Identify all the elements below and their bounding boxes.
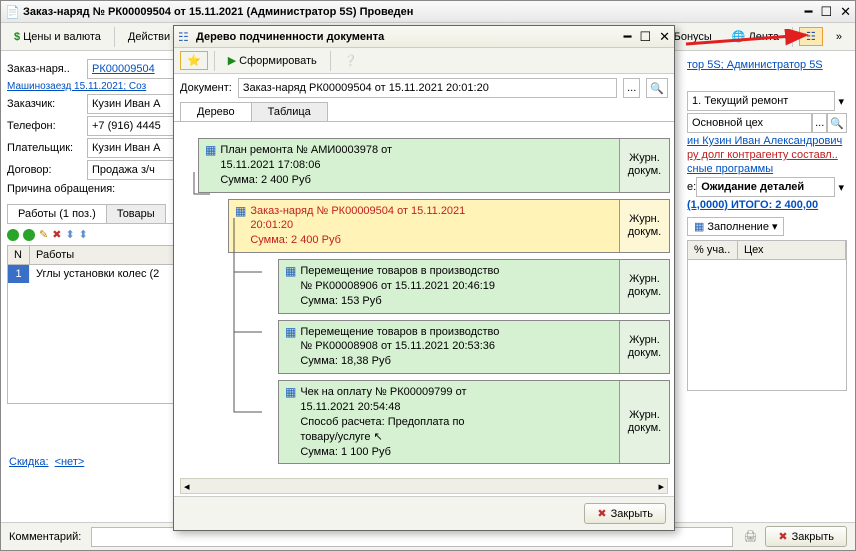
journal-button[interactable]: Журн. докум. xyxy=(619,260,669,313)
row-work: Углы установки колес (2 xyxy=(30,265,194,283)
tree-button[interactable]: ☷ xyxy=(799,27,823,46)
admin-link[interactable]: тор 5S; Администратор 5S xyxy=(687,59,823,71)
modal-minimize-icon[interactable]: ━ xyxy=(624,29,632,45)
node-receipt[interactable]: ▦Чек на оплату № РК00009799 от15.11.2021… xyxy=(278,380,670,464)
contract-label: Договор: xyxy=(7,164,87,176)
doc-label: Документ: xyxy=(180,82,232,94)
row-n: 1 xyxy=(8,265,30,283)
doc-icon: ▦ xyxy=(285,264,296,309)
modal-title: Дерево подчиненности документа xyxy=(196,31,624,43)
actions-button[interactable]: Действи xyxy=(121,28,177,46)
owner-link[interactable]: ин Кузин Иван Александрович xyxy=(687,135,842,147)
journal-button[interactable]: Журн. докум. xyxy=(619,139,669,192)
right-form: тор 5S; Администратор 5S 1. Текущий ремо… xyxy=(687,57,847,391)
edit-icon[interactable]: ✎ xyxy=(39,228,48,241)
top-link[interactable]: Машинозаезд 15.11.2021; Соз xyxy=(7,81,146,92)
col-pct[interactable]: % уча.. xyxy=(688,241,738,259)
workshop-search-icon[interactable]: 🔍 xyxy=(827,113,847,133)
modal-window: ☷ Дерево подчиненности документа ━ ☐ ✕ ⭐… xyxy=(173,25,675,531)
lenta-button[interactable]: 🌐Лента xyxy=(725,27,786,46)
doc-icon: ▦ xyxy=(235,204,246,249)
doc-lookup-icon[interactable]: ... xyxy=(623,78,640,98)
globe-icon: 🌐 xyxy=(732,30,746,43)
print-icon[interactable]: 🖨 xyxy=(743,530,757,543)
more-button[interactable]: » xyxy=(829,28,849,46)
maximize-icon[interactable]: ☐ xyxy=(820,4,832,20)
debt-link[interactable]: ру долг контрагенту составл.. xyxy=(687,149,838,161)
table-icon: ▦ xyxy=(694,220,704,233)
prices-button[interactable]: $Цены и валюта xyxy=(7,28,108,46)
reason-label: Причина обращения: xyxy=(7,182,115,196)
journal-button[interactable]: Журн. докум. xyxy=(619,381,669,463)
total-link[interactable]: (1,0000) ИТОГО: 2 400,00 xyxy=(687,199,818,211)
modal-maximize-icon[interactable]: ☐ xyxy=(639,29,651,45)
help-icon[interactable]: ❔ xyxy=(337,51,365,70)
doc-icon: ▦ xyxy=(285,385,296,459)
down-icon[interactable]: ⬍ xyxy=(79,228,88,241)
workshop-field[interactable]: Основной цех xyxy=(687,113,812,133)
add-icon[interactable] xyxy=(7,229,19,241)
tree-icon: ☷ xyxy=(806,30,816,43)
discount-label[interactable]: Скидка: xyxy=(9,456,49,468)
doc-icon: ▦ xyxy=(285,325,296,370)
left-form: Заказ-наря..РК00009504 Машинозаезд 15.11… xyxy=(7,57,195,404)
order-label: Заказ-наря.. xyxy=(7,63,87,75)
journal-button[interactable]: Журн. докум. xyxy=(619,321,669,374)
node-move1[interactable]: ▦Перемещение товаров в производство№ РК0… xyxy=(278,259,670,314)
doc-search-icon[interactable]: 🔍 xyxy=(646,78,668,98)
state-field[interactable]: Ожидание деталей xyxy=(696,177,835,197)
tab-works[interactable]: Работы (1 поз.) xyxy=(7,204,107,223)
fill-button[interactable]: ▦Заполнение▾ xyxy=(687,217,784,236)
main-close-button[interactable]: ✖Закрыть xyxy=(765,526,847,547)
close-icon[interactable]: ✕ xyxy=(840,4,851,20)
modal-hscroll[interactable]: ◂▸ xyxy=(180,478,668,494)
cursor-icon: ↖ xyxy=(374,431,383,443)
col-shop[interactable]: Цех xyxy=(738,241,846,259)
modal-icon: ☷ xyxy=(178,30,192,44)
modal-close-icon[interactable]: ✕ xyxy=(659,29,670,45)
node-move2[interactable]: ▦Перемещение товаров в производство№ РК0… xyxy=(278,320,670,375)
node-order[interactable]: ▦Заказ-наряд № РК00009504 от 15.11.20212… xyxy=(228,199,670,254)
doc-field[interactable]: Заказ-наряд РК00009504 от 15.11.2021 20:… xyxy=(238,78,617,98)
app-icon: 📄 xyxy=(5,5,19,19)
phone-label: Телефон: xyxy=(7,120,87,132)
form-button[interactable]: ▶Сформировать xyxy=(221,51,324,70)
discount-value[interactable]: <нет> xyxy=(55,456,85,468)
close-x-icon: ✖ xyxy=(597,507,606,520)
node-plan[interactable]: ▦План ремонта № АМИ0003978 от15.11.2021 … xyxy=(198,138,670,193)
tab-table[interactable]: Таблица xyxy=(251,102,328,121)
works-table: N Работы 1 Углы установки колес (2 xyxy=(7,245,195,404)
close-x-icon: ✖ xyxy=(778,530,787,543)
journal-button[interactable]: Журн. докум. xyxy=(619,200,669,253)
modal-close-button[interactable]: ✖Закрыть xyxy=(584,503,666,524)
favorite-icon[interactable]: ⭐ xyxy=(180,51,208,70)
up-icon[interactable]: ⬍ xyxy=(65,228,74,241)
add-group-icon[interactable] xyxy=(23,229,35,241)
comment-label: Комментарий: xyxy=(9,531,81,543)
state-label: е: xyxy=(687,181,696,193)
main-title: Заказ-наряд № РК00009504 от 15.11.2021 (… xyxy=(23,6,805,18)
col-work[interactable]: Работы xyxy=(30,246,194,264)
repair-type-field[interactable]: 1. Текущий ремонт xyxy=(687,91,835,111)
delete-icon[interactable]: ✖ xyxy=(52,228,61,241)
tree-area: ▦План ремонта № АМИ0003978 от15.11.2021 … xyxy=(174,122,674,492)
minimize-icon[interactable]: ━ xyxy=(805,4,813,20)
tab-goods[interactable]: Товары xyxy=(106,204,166,223)
col-n[interactable]: N xyxy=(8,246,30,264)
customer-label: Заказчик: xyxy=(7,98,87,110)
doc-icon: ▦ xyxy=(205,143,216,188)
programs-link[interactable]: сные программы xyxy=(687,163,773,175)
play-icon: ▶ xyxy=(228,54,236,67)
main-titlebar: 📄 Заказ-наряд № РК00009504 от 15.11.2021… xyxy=(1,1,855,23)
table-row[interactable]: 1 Углы установки колес (2 xyxy=(8,265,194,283)
workshop-lookup-icon[interactable]: ... xyxy=(812,113,827,133)
tab-tree[interactable]: Дерево xyxy=(180,102,252,121)
payer-label: Плательщик: xyxy=(7,142,87,154)
